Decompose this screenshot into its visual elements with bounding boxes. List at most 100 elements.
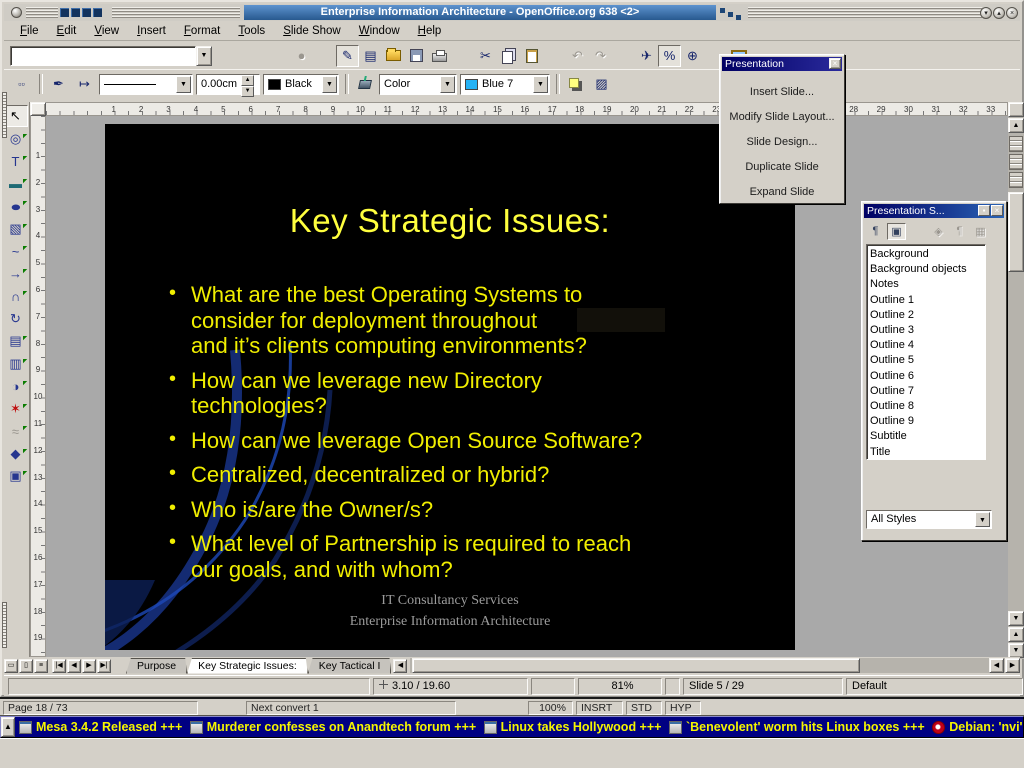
effects-pie-icon[interactable]: ◑: [4, 375, 28, 397]
next-slide-icon[interactable]: ▼: [1008, 643, 1024, 658]
hyperlink-icon[interactable]: ⊕: [681, 45, 704, 67]
slide-title[interactable]: Key Strategic Issues:: [105, 202, 795, 240]
border-grip[interactable]: [1009, 154, 1023, 170]
window-border-grip[interactable]: [2, 602, 7, 648]
separator[interactable]: [543, 45, 566, 67]
style-list-item[interactable]: Outline 4: [870, 338, 985, 353]
arrow-ends-icon[interactable]: ↦: [73, 73, 96, 95]
zoom-tool-icon[interactable]: ◎: [4, 128, 28, 150]
tab-scroll-left-icon[interactable]: ◀: [393, 659, 407, 673]
lines-arrows-icon[interactable]: →: [4, 263, 28, 285]
prev-slide-button[interactable]: ◀: [67, 659, 81, 673]
window-menu-button[interactable]: [11, 7, 22, 18]
url-input[interactable]: [10, 46, 196, 66]
title-bar[interactable]: Enterprise Information Architecture - Op…: [4, 4, 1020, 21]
connector-tool-icon[interactable]: ∩: [4, 285, 28, 307]
close-button[interactable]: ×: [1006, 7, 1018, 19]
redo-icon[interactable]: ↷: [589, 45, 612, 67]
separator[interactable]: [612, 45, 635, 67]
slide-tab[interactable]: Key Tactical I: [308, 658, 392, 674]
window-border-grip[interactable]: [2, 92, 7, 138]
ticker-item[interactable]: Linux takes Hollywood +++: [480, 720, 665, 734]
ticker-item[interactable]: Mesa 3.4.2 Released +++: [15, 720, 186, 734]
vertical-scrollbar[interactable]: ▲ ▼ ▲ ▼: [1008, 102, 1024, 659]
scroll-corner-button[interactable]: [1008, 102, 1024, 117]
stop-loading-icon[interactable]: ●: [290, 45, 313, 67]
style-list-item[interactable]: Outline 1: [870, 293, 985, 308]
edit-points-icon[interactable]: ▫▫: [10, 73, 33, 95]
select-tool-icon[interactable]: ↖: [4, 105, 28, 127]
layout-field[interactable]: Default: [846, 678, 1023, 695]
new-style-icon[interactable]: ¶: [950, 223, 969, 240]
separator[interactable]: [313, 45, 336, 67]
cut-icon[interactable]: ✂: [474, 45, 497, 67]
print-icon[interactable]: [428, 45, 451, 67]
separator[interactable]: [451, 45, 474, 67]
presentation-menu-titlebar[interactable]: Presentation ×: [722, 57, 842, 71]
menu-item[interactable]: Window: [351, 23, 408, 39]
menu-item[interactable]: Insert: [129, 23, 174, 39]
scroll-right-icon[interactable]: ▶: [1005, 658, 1020, 673]
style-list-item[interactable]: Outline 7: [870, 384, 985, 399]
interaction-icon[interactable]: ✶: [4, 398, 28, 420]
scroll-up-icon[interactable]: ▲: [1008, 118, 1024, 133]
undo-icon[interactable]: ↶: [566, 45, 589, 67]
drawing-view-button[interactable]: ▭: [4, 659, 18, 673]
copy-icon[interactable]: [497, 45, 520, 67]
presentation-styles-icon[interactable]: ▣: [887, 223, 906, 240]
last-slide-button[interactable]: ▶|: [97, 659, 111, 673]
first-slide-button[interactable]: |◀: [52, 659, 66, 673]
style-list-item[interactable]: Outline 9: [870, 414, 985, 429]
slide-number-field[interactable]: Slide 5 / 29: [683, 678, 843, 695]
arrange-icon[interactable]: ▥: [4, 353, 28, 375]
slide-tab[interactable]: Purpose: [126, 658, 187, 674]
chevron-down-icon[interactable]: ▼: [440, 76, 455, 93]
style-list-item[interactable]: Notes: [870, 277, 985, 292]
ticker-item[interactable]: `Benevolent' worm hits Linux boxes +++: [665, 720, 928, 734]
ticker-item[interactable]: Murderer confesses on Anandtech forum ++…: [186, 720, 480, 734]
fill-color-select[interactable]: Blue 7 ▼: [460, 74, 550, 95]
scroll-down-icon[interactable]: ▼: [1008, 611, 1024, 626]
menu-item[interactable]: Slide Show: [275, 23, 349, 39]
border-grip[interactable]: [1009, 172, 1023, 188]
fill-format-mode-icon[interactable]: ◈: [929, 223, 948, 240]
rotate-tool-icon[interactable]: ↻: [4, 308, 28, 330]
open-icon[interactable]: [382, 45, 405, 67]
close-icon[interactable]: ×: [991, 205, 1003, 216]
gap[interactable]: [908, 223, 927, 240]
position-field[interactable]: 3.10 / 19.60: [373, 678, 528, 695]
paste-icon[interactable]: [520, 45, 543, 67]
scroll-thumb[interactable]: [1008, 192, 1024, 272]
ticker-scroll-icon[interactable]: ▲: [1, 717, 15, 737]
menu-item[interactable]: Insert Slide...: [720, 80, 844, 105]
style-list-item[interactable]: Outline 2: [870, 308, 985, 323]
horizontal-scrollbar[interactable]: ◀ ▶: [410, 658, 1020, 673]
new-from-template-icon[interactable]: ▤: [359, 45, 382, 67]
style-list-item[interactable]: Title: [870, 445, 985, 460]
close-icon[interactable]: ×: [829, 58, 841, 69]
curve-tool-icon[interactable]: ~: [4, 240, 28, 262]
style-list-item[interactable]: Subtitle: [870, 429, 985, 444]
scroll-left-icon[interactable]: ◀: [989, 658, 1004, 673]
rectangle-tool-icon[interactable]: ▬: [4, 173, 28, 195]
line-width-spinner[interactable]: 0.00cm ▲▼: [196, 74, 260, 95]
zoom-icon[interactable]: %: [658, 45, 681, 67]
menu-item[interactable]: Tools: [230, 23, 273, 39]
slide-tab[interactable]: Key Strategic Issues:: [187, 658, 308, 674]
3d-controller-icon[interactable]: ◆: [4, 443, 28, 465]
shade-icon[interactable]: ▪: [978, 205, 990, 216]
maximize-button[interactable]: ▴: [993, 7, 1005, 19]
zoom-field[interactable]: 81%: [578, 678, 662, 695]
stylist-titlebar[interactable]: Presentation S... ▪×: [864, 204, 1004, 218]
ellipse-tool-icon[interactable]: ●: [4, 195, 28, 217]
horizontal-ruler[interactable]: 1234567891011121314151617181920212223242…: [46, 102, 1008, 116]
fill-type-select[interactable]: Color ▼: [379, 74, 457, 95]
next-slide-button[interactable]: ▶: [82, 659, 96, 673]
chevron-down-icon[interactable]: ▼: [176, 76, 191, 93]
ticker-item[interactable]: Debian: 'nvi' format string vulnerabilit…: [928, 720, 1023, 734]
slide-bullet-list[interactable]: • What are the best Operating Systems to…: [167, 282, 767, 591]
minimize-button[interactable]: ▾: [980, 7, 992, 19]
preview-icon[interactable]: ▨: [590, 73, 613, 95]
line-style-select[interactable]: ▼: [99, 74, 193, 95]
edit-file-icon[interactable]: ✎: [336, 45, 359, 67]
